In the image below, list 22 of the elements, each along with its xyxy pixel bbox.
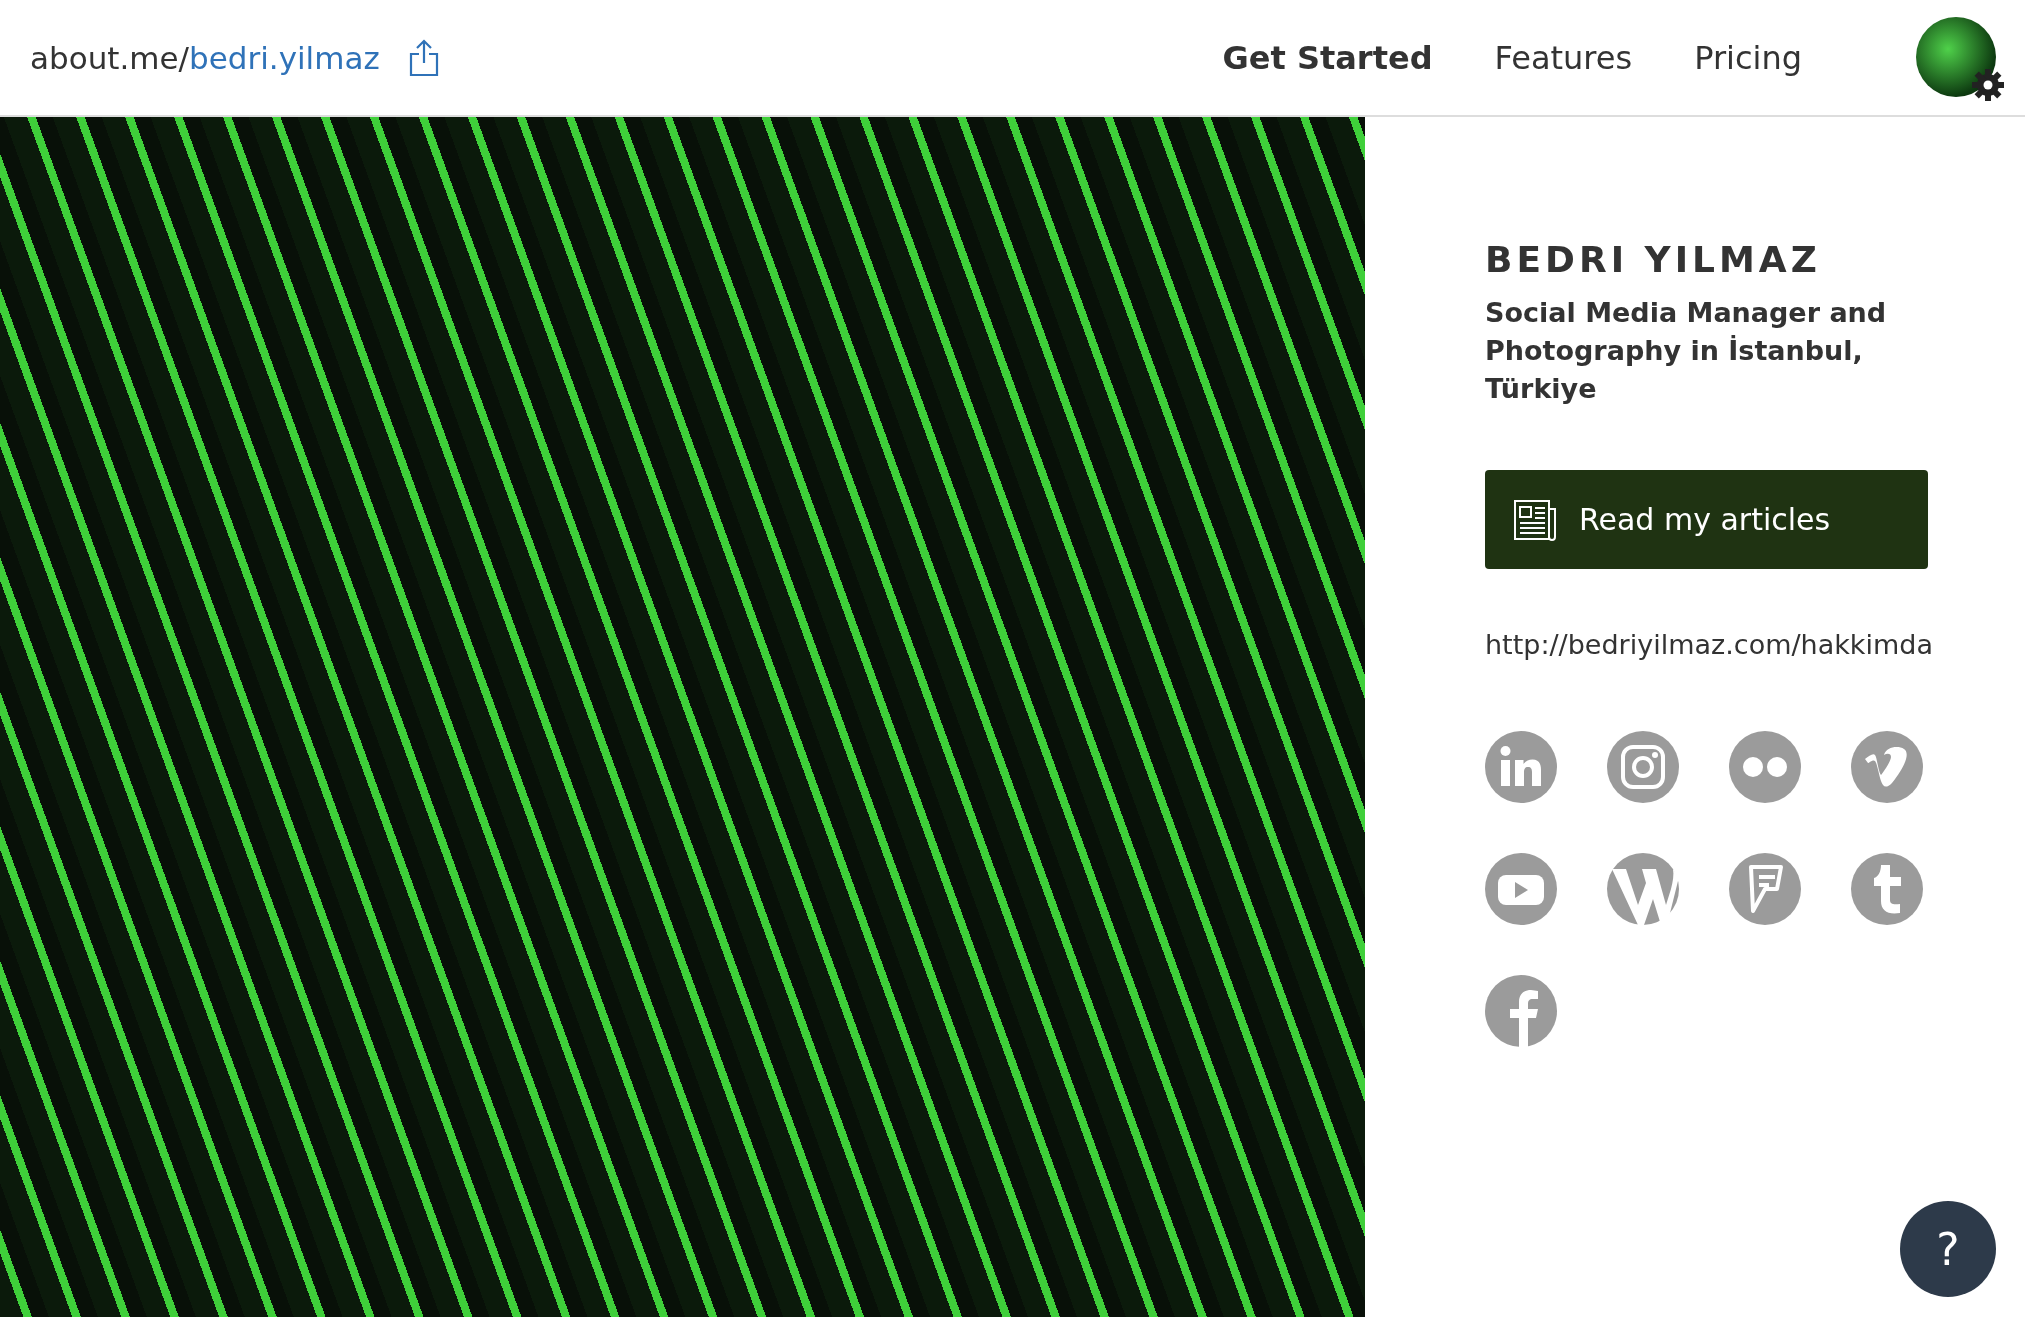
website-link[interactable]: http://bedriyilmaz.com/hakkimda: [1485, 621, 1935, 669]
linkedin-icon[interactable]: [1485, 731, 1557, 803]
share-icon[interactable]: [407, 38, 440, 77]
nav-link[interactable]: Pricing: [1694, 38, 1802, 77]
help-button[interactable]: ?: [1900, 1201, 1996, 1297]
settings-icon[interactable]: [1970, 66, 2006, 103]
newspaper-icon: [1513, 498, 1557, 541]
youtube-icon[interactable]: [1485, 853, 1557, 925]
profile-name: BEDRI YILMAZ: [1485, 239, 1822, 280]
vimeo-icon[interactable]: [1851, 731, 1923, 803]
wordpress-icon[interactable]: [1607, 853, 1679, 925]
nav-link[interactable]: Get Started: [1222, 38, 1433, 77]
facebook-icon[interactable]: [1485, 975, 1557, 1047]
username-link[interactable]: bedri.yilmaz: [189, 39, 380, 76]
site-domain: about.me/: [30, 39, 189, 76]
foursquare-icon[interactable]: [1729, 853, 1801, 925]
read-articles-button[interactable]: Read my articles: [1485, 470, 1928, 569]
profile-headline: Social Media Manager and Photography in İstanbul, Türkiye: [1485, 296, 1888, 406]
instagram-icon[interactable]: [1607, 731, 1679, 803]
nav-link[interactable]: Features: [1494, 38, 1633, 77]
tumblr-icon[interactable]: [1851, 853, 1923, 925]
flickr-icon[interactable]: [1729, 731, 1801, 803]
